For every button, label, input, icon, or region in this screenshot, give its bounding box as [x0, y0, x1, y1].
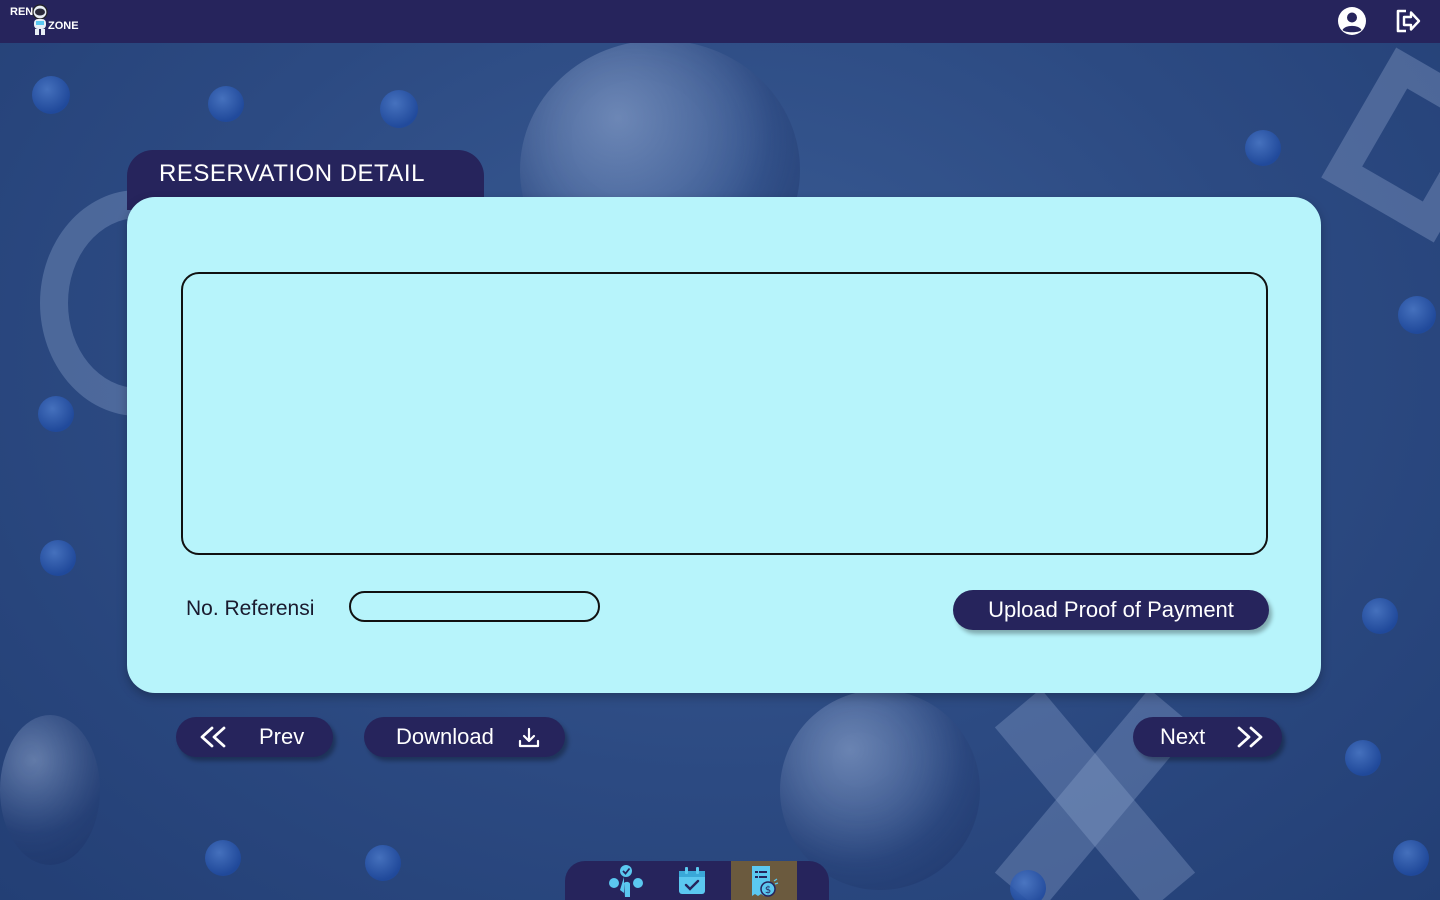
double-chevron-right-icon [1237, 726, 1263, 748]
reservation-detail-box [181, 272, 1268, 555]
reference-label: No. Referensi [186, 597, 315, 620]
user-circle-icon[interactable] [1337, 6, 1367, 36]
logout-icon[interactable] [1393, 6, 1423, 36]
bottom-nav-schedule[interactable] [659, 861, 725, 900]
top-bar: REN ZONE [0, 0, 1440, 43]
logo[interactable]: REN ZONE [8, 3, 79, 39]
logo-text-bottom: ZONE [48, 20, 79, 32]
bottom-nav-payment[interactable]: $ [731, 861, 797, 900]
bottom-nav-select[interactable] [593, 861, 659, 900]
next-label: Next [1160, 724, 1206, 749]
download-button[interactable]: Download [364, 717, 565, 757]
next-button[interactable]: Next [1133, 717, 1282, 757]
download-label: Download [396, 724, 494, 749]
download-icon [518, 727, 540, 748]
receipt-payment-icon: $ [752, 865, 779, 897]
select-tap-icon [609, 864, 643, 897]
prev-button[interactable]: Prev [176, 717, 333, 757]
logo-text-top: REN [10, 6, 34, 18]
astronaut-icon [32, 4, 48, 35]
page-title: RESERVATION DETAIL [159, 160, 425, 187]
bottom-navigation: $ [565, 861, 829, 900]
svg-text:$: $ [765, 885, 771, 896]
double-chevron-left-icon [200, 726, 226, 748]
upload-proof-button[interactable]: Upload Proof of Payment [953, 590, 1269, 630]
reference-number-input[interactable] [349, 591, 600, 622]
reservation-card: No. Referensi Upload Proof of Payment [127, 197, 1321, 693]
calendar-check-icon [679, 866, 705, 894]
prev-label: Prev [259, 724, 305, 749]
